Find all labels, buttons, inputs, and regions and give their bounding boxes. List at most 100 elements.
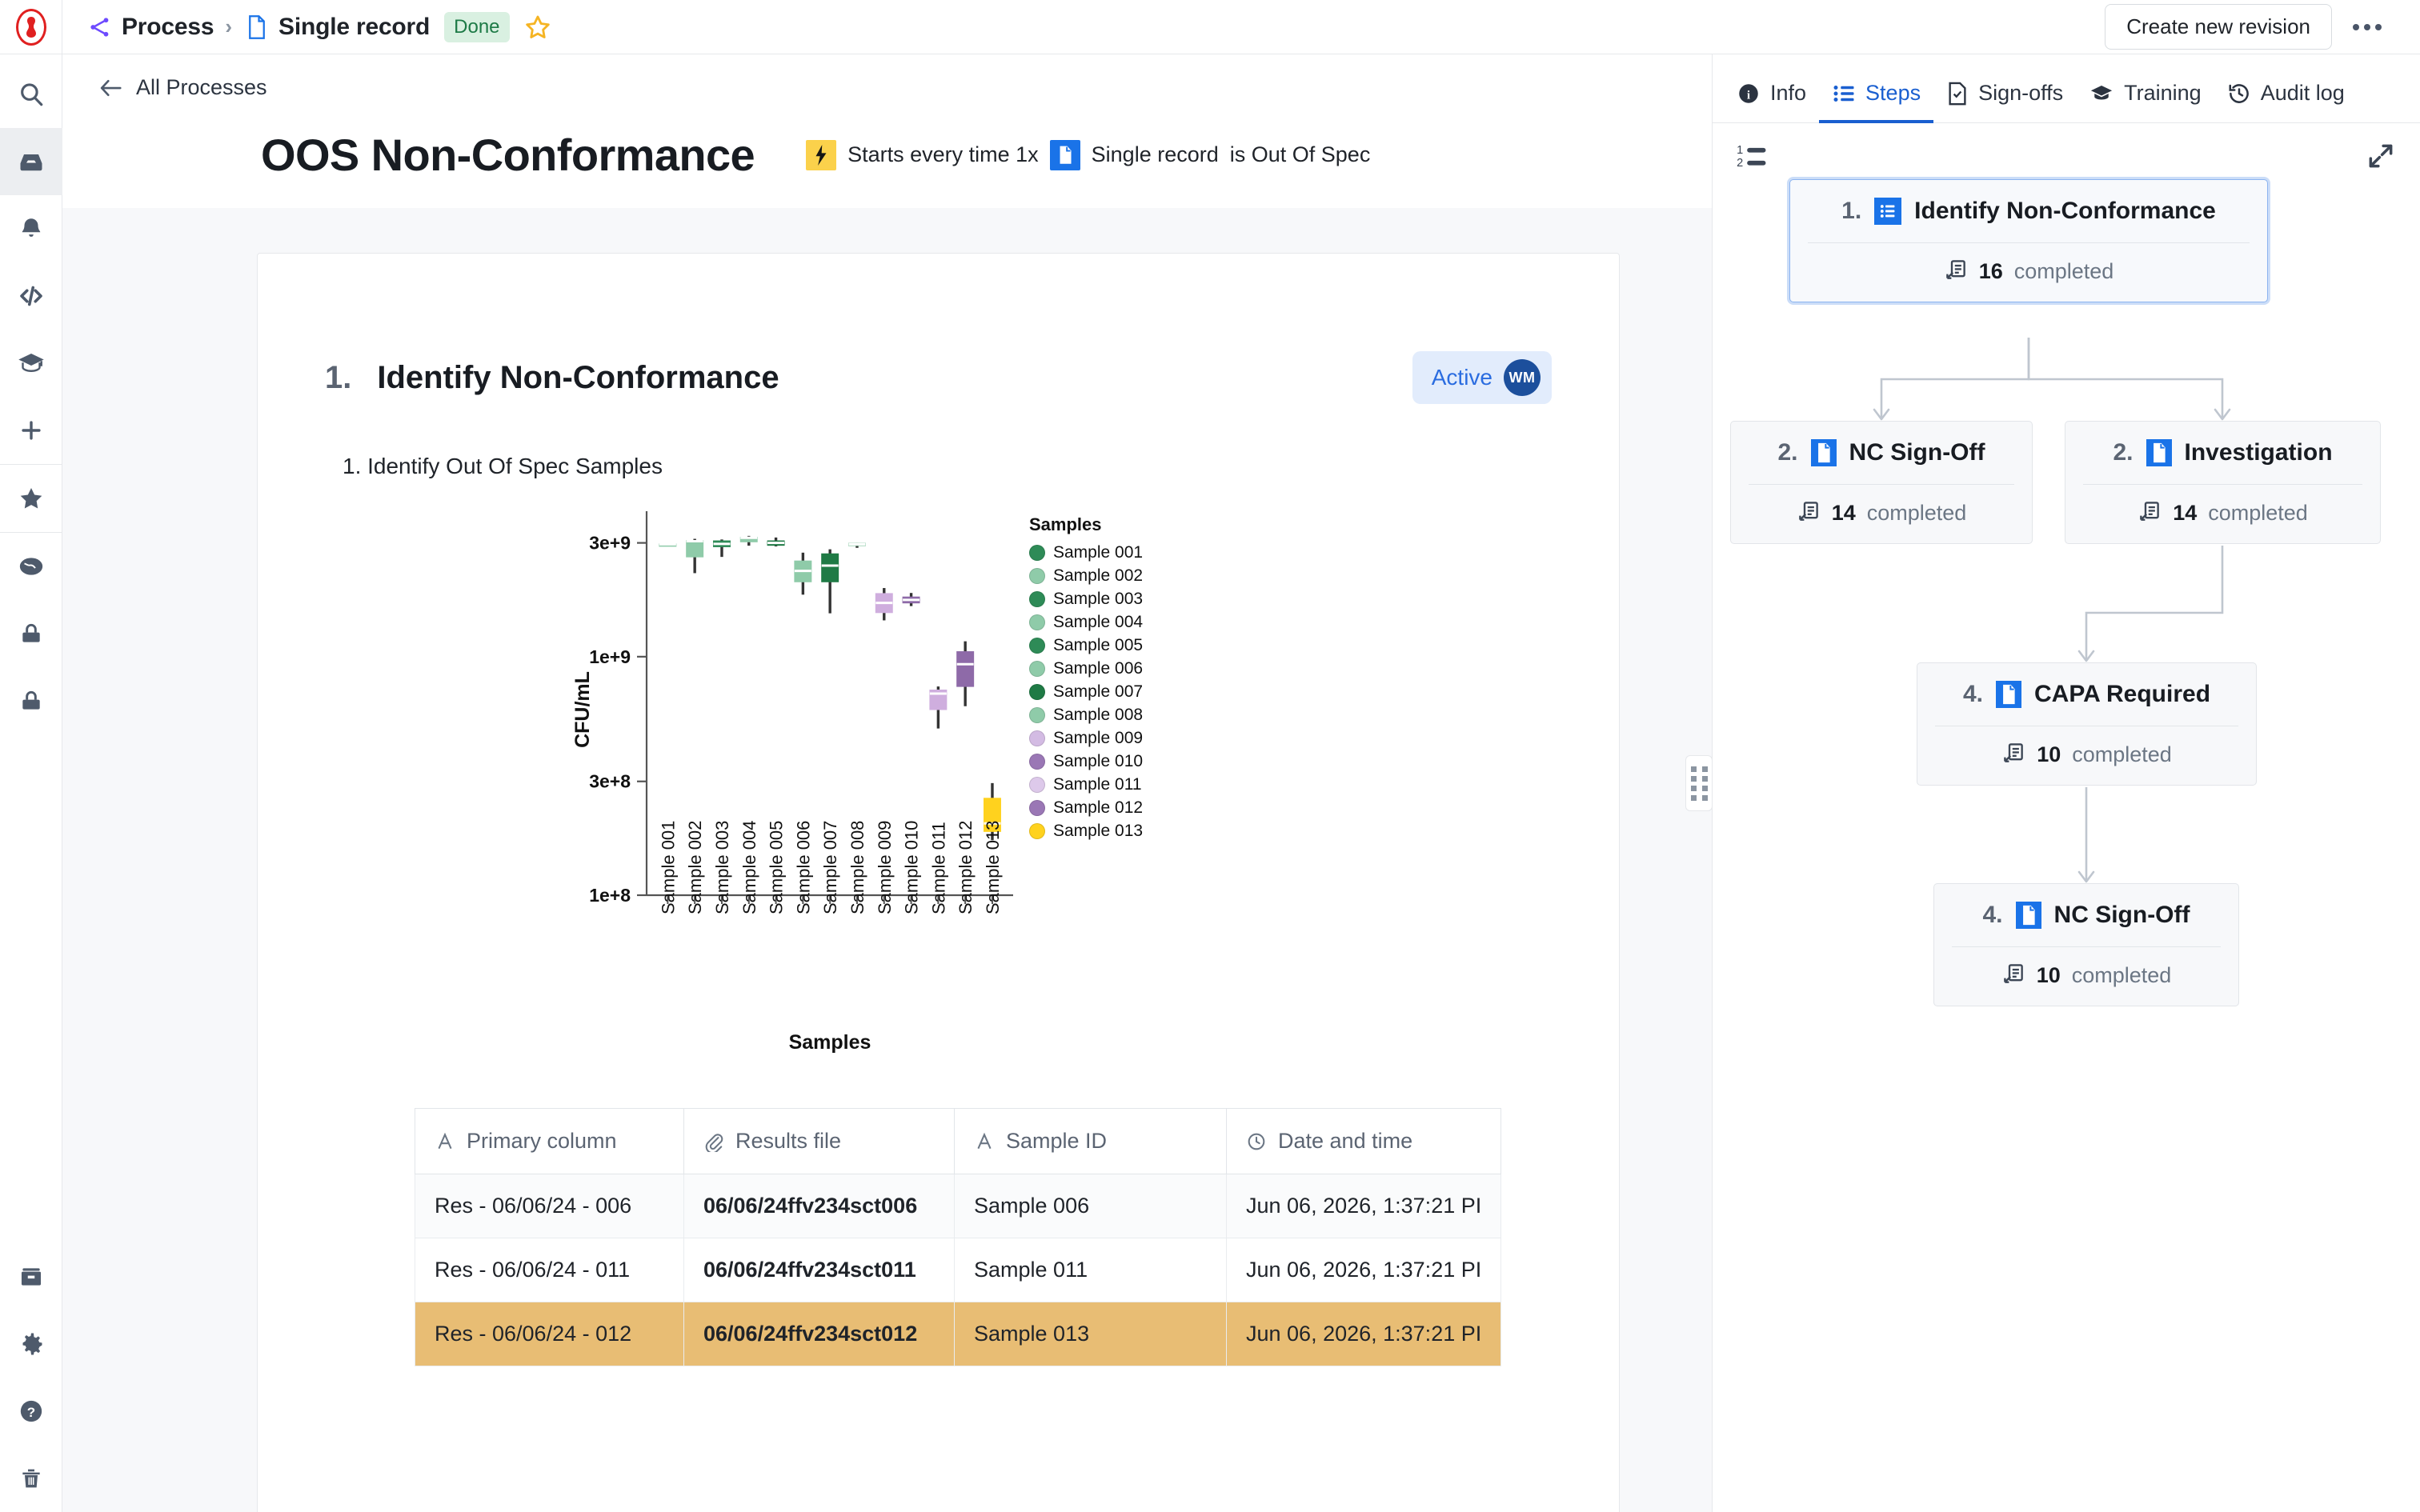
more-options-icon[interactable] bbox=[2337, 16, 2398, 38]
box-plot-item bbox=[929, 686, 948, 729]
box-plot-item bbox=[902, 593, 920, 606]
box-plot-item bbox=[847, 542, 866, 548]
table-row[interactable]: Res - 06/06/24 - 006 06/06/24ffv234sct006… bbox=[415, 1174, 1502, 1238]
legend-color-swatch bbox=[1029, 637, 1045, 654]
table-cell[interactable]: 06/06/24ffv234sct011 bbox=[683, 1238, 955, 1302]
back-to-all-processes[interactable]: All Processes bbox=[62, 54, 1712, 100]
table-cell[interactable]: Jun 06, 2026, 1:37:21 PI bbox=[1225, 1302, 1502, 1366]
y-axis-tick-label: 3e+8 bbox=[589, 771, 631, 792]
record-icon bbox=[1944, 258, 1968, 286]
legend-title: Samples bbox=[1029, 514, 1102, 534]
expand-icon[interactable] bbox=[2366, 141, 2396, 175]
flow-node-footer: 16 completed bbox=[1790, 243, 2267, 302]
tab-sign-offs[interactable]: Sign-offs bbox=[1933, 73, 2076, 123]
table-cell[interactable]: 06/06/24ffv234sct012 bbox=[683, 1302, 955, 1366]
flow-node-completed-label: completed bbox=[2208, 501, 2308, 525]
flow-node-title: CAPA Required bbox=[2034, 681, 2211, 707]
trigger-frequency-label: Starts every time 1x bbox=[847, 142, 1039, 166]
column-header-primary[interactable]: Primary column bbox=[415, 1108, 684, 1174]
rail-item-trash[interactable] bbox=[0, 1445, 62, 1512]
flow-node-number: 4. bbox=[1982, 902, 2003, 928]
legend-color-swatch bbox=[1029, 799, 1045, 816]
flow-node-nc-sign-off[interactable]: 2. NC Sign-Off 14 completed bbox=[1730, 421, 2033, 544]
rail-item-inbox[interactable] bbox=[0, 128, 62, 195]
rail-item-code[interactable] bbox=[0, 262, 62, 330]
legend-item: Sample 007 bbox=[1029, 680, 1143, 703]
rail-item-archive[interactable] bbox=[0, 1243, 62, 1310]
flow-node-investigation[interactable]: 2. Investigation 14 completed bbox=[2065, 421, 2381, 544]
legend-item-label: Sample 010 bbox=[1053, 751, 1144, 770]
legend-item: Sample 013 bbox=[1029, 819, 1143, 842]
document-scroll[interactable]: 1. Identify Non-Conformance Active WM 1.… bbox=[62, 208, 1712, 1512]
back-label: All Processes bbox=[136, 75, 267, 99]
paperclip-icon bbox=[705, 1133, 723, 1152]
rail-item-settings[interactable] bbox=[0, 1310, 62, 1378]
flow-node-completed-label: completed bbox=[2013, 259, 2114, 283]
flow-node-footer: 14 completed bbox=[1731, 485, 2032, 543]
breadcrumb-item-process[interactable]: Process bbox=[122, 14, 214, 41]
table-cell[interactable]: Jun 06, 2026, 1:37:21 PI bbox=[1225, 1174, 1502, 1238]
legend-color-swatch bbox=[1029, 753, 1045, 770]
rail-item-locked-2[interactable] bbox=[0, 667, 62, 734]
table-cell[interactable]: Sample 011 bbox=[954, 1238, 1227, 1302]
tab-training[interactable]: Training bbox=[2076, 73, 2214, 123]
rail-item-add[interactable] bbox=[0, 397, 62, 464]
table-cell[interactable]: Sample 013 bbox=[954, 1302, 1227, 1366]
rail-item-favorites[interactable] bbox=[0, 465, 62, 532]
flow-node-identify-non-conformance[interactable]: 1. Identify Non-Conformance 16 completed bbox=[1789, 179, 2268, 302]
breadcrumb-separator: › bbox=[225, 14, 233, 38]
column-header-results-file[interactable]: Results file bbox=[683, 1108, 955, 1174]
svg-text:?: ? bbox=[26, 1405, 34, 1420]
ordered-list-icon[interactable]: 1 2 bbox=[1737, 143, 1767, 173]
legend-item: Sample 001 bbox=[1029, 541, 1143, 564]
table-cell[interactable]: Res - 06/06/24 - 012 bbox=[415, 1302, 684, 1366]
document-card: 1. Identify Non-Conformance Active WM 1.… bbox=[257, 253, 1620, 1512]
legend-color-swatch bbox=[1029, 590, 1045, 607]
lightning-bolt-icon bbox=[806, 139, 837, 170]
table-cell[interactable]: Res - 06/06/24 - 006 bbox=[415, 1174, 684, 1238]
table-cell[interactable]: Sample 006 bbox=[954, 1174, 1227, 1238]
table-cell[interactable]: Res - 06/06/24 - 011 bbox=[415, 1238, 684, 1302]
legend-item: Sample 009 bbox=[1029, 726, 1143, 750]
flow-node-header: 4. NC Sign-Off bbox=[1934, 884, 2238, 946]
column-header-date-time[interactable]: Date and time bbox=[1225, 1108, 1502, 1174]
box-plot-item bbox=[821, 549, 839, 614]
flow-node-header: 4. CAPA Required bbox=[1917, 663, 2256, 726]
flow-node-title: Identify Non-Conformance bbox=[1914, 198, 2216, 224]
legend-item: Sample 003 bbox=[1029, 587, 1143, 610]
rail-item-locked[interactable] bbox=[0, 600, 62, 667]
flow-node-completed-label: completed bbox=[2072, 742, 2172, 766]
flow-node-nc-sign-off[interactable]: 4. NC Sign-Off 10 completed bbox=[1933, 883, 2239, 1006]
star-icon[interactable] bbox=[524, 14, 551, 41]
tab-steps[interactable]: Steps bbox=[1819, 73, 1934, 123]
flow-diagram[interactable]: 1 2 1. Identify Non-Conformance 16 complete… bbox=[1713, 123, 2420, 1512]
table-row[interactable]: Res - 06/06/24 - 012 06/06/24ffv234sct012… bbox=[415, 1302, 1502, 1366]
rail-item-training[interactable] bbox=[0, 330, 62, 397]
table-row[interactable]: Res - 06/06/24 - 011 06/06/24ffv234sct011… bbox=[415, 1238, 1502, 1302]
table-cell[interactable]: Jun 06, 2026, 1:37:21 PI bbox=[1225, 1238, 1502, 1302]
main-header: All Processes OOS Non-Conformance Starts… bbox=[62, 54, 1712, 208]
rail-item-search[interactable] bbox=[0, 61, 62, 128]
box-plot-item bbox=[686, 538, 704, 574]
rail-item-help[interactable]: ? bbox=[0, 1378, 62, 1445]
legend-item: Sample 006 bbox=[1029, 657, 1143, 680]
x-axis-tick-label: Sample 008 bbox=[847, 821, 867, 914]
tab-info[interactable]: i Info bbox=[1724, 73, 1819, 123]
legend-color-swatch bbox=[1029, 660, 1045, 677]
rail-item-global[interactable] bbox=[0, 533, 62, 600]
table-cell[interactable]: 06/06/24ffv234sct006 bbox=[683, 1174, 955, 1238]
flow-node-footer: 10 completed bbox=[1934, 947, 2238, 1006]
avatar[interactable]: WM bbox=[1504, 359, 1541, 396]
rail-item-notifications[interactable] bbox=[0, 195, 62, 262]
x-axis-tick-label: Sample 013 bbox=[983, 821, 1003, 914]
column-header-sample-id[interactable]: Sample ID bbox=[954, 1108, 1227, 1174]
flow-node-capa-required[interactable]: 4. CAPA Required 10 completed bbox=[1917, 662, 2257, 786]
step-status-pill[interactable]: Active WM bbox=[1412, 351, 1552, 404]
tab-audit-log[interactable]: Audit log bbox=[2214, 73, 2358, 123]
create-new-revision-button[interactable]: Create new revision bbox=[2105, 4, 2332, 50]
panel-resize-handle[interactable] bbox=[1685, 755, 1713, 811]
breadcrumb-item-record[interactable]: Single record bbox=[278, 14, 430, 41]
legend-item-label: Sample 003 bbox=[1053, 589, 1144, 608]
y-axis-tick-label: 3e+9 bbox=[589, 533, 631, 554]
app-logo[interactable] bbox=[0, 0, 62, 54]
